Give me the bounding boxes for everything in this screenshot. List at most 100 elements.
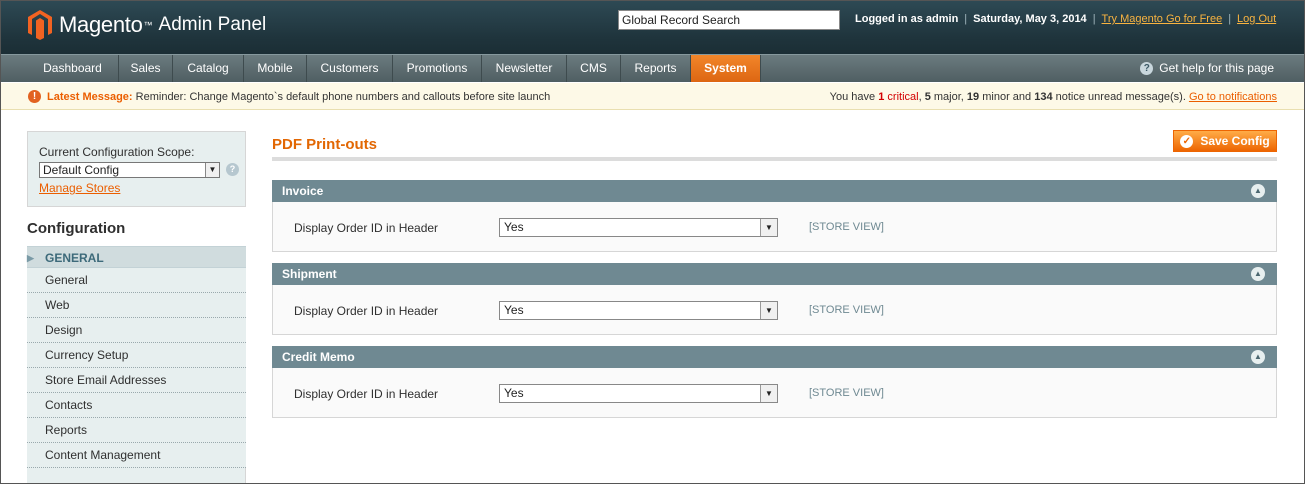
sidebar-item-currency-setup[interactable]: Currency Setup	[27, 343, 246, 368]
nav-customers[interactable]: Customers	[307, 55, 393, 82]
section-credit-memo: Credit Memo ▲ Display Order ID in Header…	[272, 346, 1277, 418]
field-label: Display Order ID in Header	[294, 221, 439, 235]
page-title: PDF Print-outs	[272, 136, 377, 153]
latest-message-label: Latest Message:	[47, 91, 133, 103]
title-divider	[272, 157, 1277, 161]
minor-label: minor and	[982, 91, 1032, 103]
scope-label: Current Configuration Scope:	[39, 145, 195, 159]
save-config-label: Save Config	[1200, 134, 1270, 148]
display-order-id-select[interactable]: Yes ▼	[499, 218, 778, 237]
nav-dashboard[interactable]: Dashboard	[27, 55, 119, 82]
chevron-down-icon: ▼	[760, 302, 777, 319]
critical-count: 1	[878, 91, 885, 103]
sidebar-item-reports[interactable]: Reports	[27, 418, 246, 443]
nav-reports[interactable]: Reports	[621, 55, 691, 82]
alert-icon: !	[28, 90, 41, 103]
chevron-down-icon: ▼	[760, 219, 777, 236]
major-count: 5	[924, 91, 931, 103]
section-header-invoice[interactable]: Invoice ▲	[272, 180, 1277, 202]
section-header-credit-memo[interactable]: Credit Memo ▲	[272, 346, 1277, 368]
sidebar-item-store-email-addresses[interactable]: Store Email Addresses	[27, 368, 246, 393]
chevron-down-icon: ▼	[760, 385, 777, 402]
sidebar-item-content-management[interactable]: Content Management	[27, 443, 246, 468]
magento-logo-icon	[28, 10, 52, 40]
select-value: Yes	[504, 303, 524, 317]
magento-logo[interactable]: Magento ™ Admin Panel	[27, 9, 266, 41]
comma: ,	[918, 91, 922, 103]
section-body: Display Order ID in Header Yes ▼ [STORE …	[272, 285, 1277, 335]
nav-promotions[interactable]: Promotions	[393, 55, 482, 82]
notification-summary: You have 1 critical, 5 major, 19 minor a…	[830, 91, 1277, 103]
nav-catalog[interactable]: Catalog	[173, 55, 244, 82]
display-order-id-select[interactable]: Yes ▼	[499, 301, 778, 320]
section-header-shipment[interactable]: Shipment ▲	[272, 263, 1277, 285]
try-magento-go-link[interactable]: Try Magento Go for Free	[1102, 13, 1223, 25]
section-title: Invoice	[282, 184, 324, 198]
section-title: Credit Memo	[282, 350, 355, 364]
field-label: Display Order ID in Header	[294, 304, 439, 318]
config-sidebar: Current Configuration Scope: Default Con…	[27, 131, 246, 484]
scope-hint: [STORE VIEW]	[809, 221, 884, 233]
notice-label: notice unread message(s).	[1055, 91, 1186, 103]
triangle-right-icon: ▶	[27, 253, 34, 263]
latest-message: Latest Message: Reminder: Change Magento…	[47, 91, 550, 103]
logo-text: Magento	[59, 12, 143, 37]
separator: |	[1092, 13, 1096, 25]
sidebar-item-general[interactable]: General	[27, 268, 246, 293]
scope-hint: [STORE VIEW]	[809, 304, 884, 316]
separator: |	[964, 13, 968, 25]
scope-switcher: Current Configuration Scope: Default Con…	[27, 131, 246, 206]
section-body: Display Order ID in Header Yes ▼ [STORE …	[272, 368, 1277, 418]
chevron-down-icon: ▼	[205, 163, 219, 177]
section-shipment: Shipment ▲ Display Order ID in Header Ye…	[272, 263, 1277, 335]
collapse-icon[interactable]: ▲	[1251, 184, 1265, 198]
header-user-links: Logged in as admin | Saturday, May 3, 2014…	[855, 13, 1276, 25]
logout-link[interactable]: Log Out	[1237, 13, 1276, 25]
field-label: Display Order ID in Header	[294, 387, 439, 401]
sidebar-item-web[interactable]: Web	[27, 293, 246, 318]
logo-subtitle: Admin Panel	[158, 14, 267, 35]
go-to-notifications-link[interactable]: Go to notifications	[1189, 91, 1277, 103]
nav-newsletter[interactable]: Newsletter	[482, 55, 567, 82]
separator: |	[1228, 13, 1232, 25]
sidebar-item-contacts[interactable]: Contacts	[27, 393, 246, 418]
select-value: Yes	[504, 386, 524, 400]
manage-stores-link[interactable]: Manage Stores	[39, 181, 120, 195]
collapse-icon[interactable]: ▲	[1251, 350, 1265, 364]
sidebar-group-general[interactable]: ▶ GENERAL	[27, 246, 246, 268]
minor-count: 19	[966, 91, 980, 103]
nav-cms[interactable]: CMS	[567, 55, 621, 82]
section-invoice: Invoice ▲ Display Order ID in Header Yes…	[272, 180, 1277, 252]
global-search-input[interactable]	[618, 10, 840, 30]
help-text: Get help for this page	[1159, 61, 1274, 75]
help-icon: ?	[1140, 62, 1154, 75]
section-body: Display Order ID in Header Yes ▼ [STORE …	[272, 202, 1277, 252]
scope-select-value: Default Config	[43, 163, 120, 177]
notice-count: 134	[1034, 91, 1053, 103]
logged-in-text: Logged in as admin	[855, 13, 959, 25]
scope-hint: [STORE VIEW]	[809, 387, 884, 399]
configuration-heading: Configuration	[27, 206, 246, 246]
notification-prefix: You have	[829, 91, 876, 103]
sidebar-item-design[interactable]: Design	[27, 318, 246, 343]
current-date: Saturday, May 3, 2014	[973, 13, 1087, 25]
select-value: Yes	[504, 220, 524, 234]
system-message-bar: ! Latest Message: Reminder: Change Magen…	[0, 83, 1305, 110]
help-icon[interactable]: ?	[226, 163, 239, 176]
critical-label: critical	[887, 91, 919, 103]
help-link[interactable]: ? Get help for this page	[1140, 55, 1274, 82]
nav-mobile[interactable]: Mobile	[244, 55, 307, 82]
display-order-id-select[interactable]: Yes ▼	[499, 384, 778, 403]
logo-trademark: ™	[143, 20, 153, 30]
main-navigation: Dashboard Sales Catalog Mobile Customers…	[0, 54, 1305, 82]
checkmark-icon: ✓	[1180, 134, 1194, 148]
sidebar-group-label: GENERAL	[45, 251, 104, 265]
collapse-icon[interactable]: ▲	[1251, 267, 1265, 281]
nav-sales[interactable]: Sales	[119, 55, 173, 82]
header: Magento™ Admin Panel Logged in as admin |…	[0, 0, 1305, 54]
scope-select[interactable]: Default Config ▼	[39, 162, 220, 178]
save-config-button[interactable]: ✓ Save Config	[1173, 130, 1277, 152]
major-label: major,	[933, 91, 964, 103]
sidebar-items: General Web Design Currency Setup Store …	[27, 268, 246, 468]
nav-system[interactable]: System	[691, 55, 761, 82]
